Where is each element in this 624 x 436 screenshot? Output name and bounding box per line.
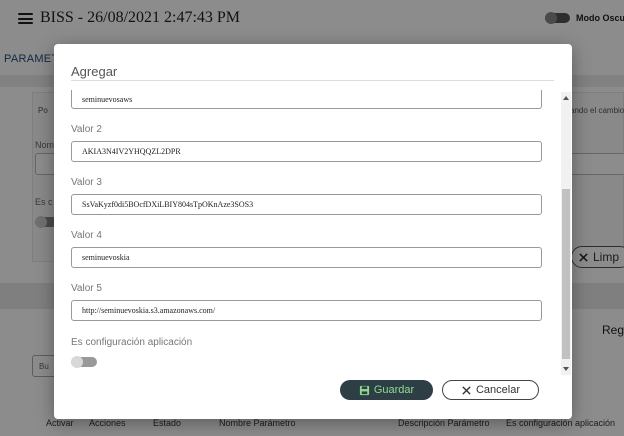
value-4-label: Valor 4 xyxy=(71,230,102,241)
value-1-field[interactable]: seminuevosaws xyxy=(71,90,542,109)
app-config-toggle[interactable] xyxy=(71,356,97,368)
cancel-button[interactable]: Cancelar xyxy=(442,380,539,400)
dialog-title: Agregar xyxy=(71,64,118,79)
add-parameter-dialog: Agregar seminuevosaws Valor 2 AKIA3N4IV2… xyxy=(54,44,572,419)
scrollbar-thumb[interactable] xyxy=(562,189,570,359)
value-4-field[interactable]: seminuevoskia xyxy=(71,247,542,268)
value-5-label: Valor 5 xyxy=(71,283,102,294)
value-3-field[interactable]: SsVaKyzf0di5BOcfDXiLBIY804sTpOKnAze3SOS3 xyxy=(71,194,542,215)
save-button-label: Guardar xyxy=(373,384,415,396)
value-5-field[interactable]: http://seminuevoskia.s3.amazonaws.com/ xyxy=(71,300,542,321)
scroll-down-arrow-icon[interactable] xyxy=(563,367,569,371)
value-3-label: Valor 3 xyxy=(71,177,102,188)
value-2-field[interactable]: AKIA3N4IV2YHQQZL2DPR xyxy=(71,141,542,162)
value-2-label: Valor 2 xyxy=(71,124,102,135)
dialog-scrollbar[interactable] xyxy=(561,92,571,375)
app-config-label: Es configuración aplicación xyxy=(71,337,193,348)
scroll-up-arrow-icon[interactable] xyxy=(563,96,569,100)
save-button[interactable]: Guardar xyxy=(340,380,433,400)
save-icon xyxy=(359,385,369,395)
dialog-scroll-area[interactable]: seminuevosaws Valor 2 AKIA3N4IV2YHQQZL2D… xyxy=(54,81,572,371)
close-icon xyxy=(462,385,471,395)
cancel-button-label: Cancelar xyxy=(475,384,521,396)
